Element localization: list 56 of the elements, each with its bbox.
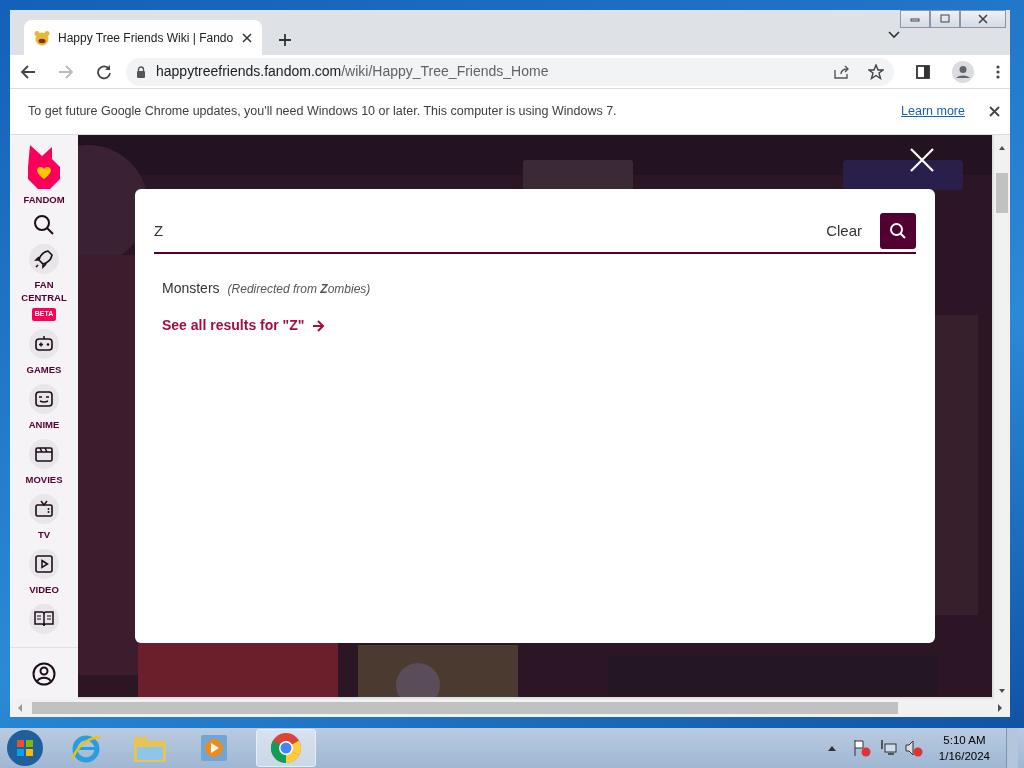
flame-heart-logo[interactable] [26, 143, 62, 189]
rocket-icon [33, 248, 55, 270]
user-icon[interactable] [32, 661, 56, 686]
close-window-icon[interactable] [960, 10, 1006, 28]
search-result[interactable]: Monsters (Redirected from Zombies) [162, 278, 916, 299]
close-icon[interactable] [989, 106, 1000, 117]
clock-time: 5:10 AM [943, 733, 986, 748]
scrollbar-thumb[interactable] [996, 173, 1008, 213]
network-icon[interactable] [878, 739, 897, 757]
scroll-right-icon[interactable] [996, 703, 1004, 713]
nav-label: FAN CENTRAL [20, 278, 68, 304]
search-icon [889, 222, 907, 240]
show-hidden-icons[interactable] [826, 744, 837, 752]
media-player-icon[interactable] [199, 733, 229, 763]
star-icon[interactable] [868, 63, 884, 80]
result-title: Monsters [162, 279, 220, 298]
nav-label: TV [37, 527, 51, 541]
maximize-icon[interactable] [930, 10, 960, 28]
scrollbar-thumb[interactable] [32, 702, 898, 714]
menu-icon[interactable] [996, 64, 1000, 79]
clock-date: 1/16/2024 [938, 749, 990, 764]
speaker-icon[interactable] [904, 739, 923, 757]
side-panel-icon[interactable] [916, 64, 930, 79]
address-bar[interactable]: happytreefriends.fandom.com/wiki/Happy_Tree_Friends_Home [126, 57, 894, 86]
nav-label: GAMES [26, 362, 62, 376]
url-text: happytreefriends.fandom.com/wiki/Happy_Tree_Friends_Home [156, 62, 550, 81]
update-message: To get future Google Chrome updates, you'll need Windows 10 or later. This computer is using Windows 7. [28, 103, 618, 121]
share-icon[interactable] [834, 64, 850, 79]
browser-tab[interactable]: Happy Tree Friends Wiki | Fando [24, 20, 262, 55]
back-icon[interactable] [20, 63, 36, 80]
tab-title: Happy Tree Friends Wiki | Fando [58, 29, 234, 47]
search-icon[interactable] [33, 214, 55, 236]
play-icon [33, 552, 55, 575]
new-tab-icon[interactable] [278, 33, 292, 47]
start-button[interactable] [6, 729, 44, 767]
taskbar-button[interactable] [256, 729, 316, 767]
logo-label: FANDOM [23, 193, 65, 206]
redirect-note: (Redirected from Zombies) [227, 281, 371, 298]
nav-label: MOVIES [25, 472, 63, 486]
arrow-right-icon [312, 319, 326, 332]
learn-more-link[interactable]: Learn more [901, 102, 965, 121]
chrome-icon [270, 732, 302, 764]
nav-label: ANIME [28, 417, 60, 431]
close-icon[interactable] [242, 32, 252, 43]
clear-button[interactable]: Clear [820, 218, 868, 244]
reload-icon[interactable] [96, 63, 112, 80]
bear-face-icon [34, 29, 50, 46]
flag-icon[interactable] [852, 739, 871, 757]
search-input[interactable]: Z [154, 219, 821, 243]
search-field[interactable]: Z Clear [154, 213, 916, 254]
see-all-results-link[interactable]: See all results for "Z" [162, 315, 326, 336]
nav-label: VIDEO [29, 582, 59, 596]
lock-icon [136, 65, 146, 78]
profile-icon[interactable] [952, 60, 974, 83]
search-button[interactable] [880, 213, 916, 249]
chevron-down-icon[interactable] [888, 31, 900, 39]
